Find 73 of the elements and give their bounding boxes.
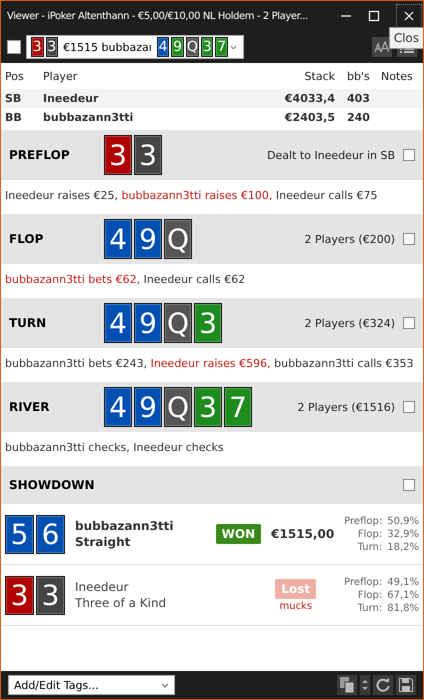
street-name: FLOP [9, 232, 44, 246]
muck-text: mucks [279, 600, 312, 612]
table-cell-text: Ineedeur [43, 92, 100, 105]
action-text: bubbazann3tti bets €62, Ineedeur calls €62 [4, 272, 246, 288]
equity-value: 67,1% [387, 588, 419, 602]
card: 9 [134, 303, 162, 343]
card: 3 [5, 576, 34, 614]
card: 7 [224, 387, 252, 427]
equity-value: 32,9% [387, 528, 419, 540]
card: Q [164, 387, 192, 427]
equity-label: Turn: [356, 540, 382, 554]
card: 3 [31, 37, 44, 57]
action-text: Ineedeur raises €25, bubbazann3tti raises €100, Ineedeur calls €75 [4, 188, 378, 204]
card: 4 [104, 219, 132, 259]
player-name: bubbazann3tti [75, 519, 175, 533]
street-name: PREFLOP [9, 148, 71, 162]
equity-value: 81,8% [387, 602, 419, 614]
hand-rank: Straight [75, 535, 132, 549]
amount: €1515,00 [271, 527, 334, 541]
equity-label: Flop: [356, 588, 382, 602]
card: 3 [200, 37, 214, 57]
equity-value: 50,9% [387, 514, 419, 528]
card: 3 [104, 135, 132, 175]
street-info: Dealt to Ineedeur in SB [267, 148, 395, 162]
card: 3 [46, 37, 58, 57]
equity-label: Flop: [356, 528, 382, 540]
card: 4 [104, 387, 132, 427]
table-cell-text: bubbazann3tti [43, 111, 134, 124]
card: 4 [104, 303, 132, 343]
player-name: Ineedeur [75, 580, 130, 594]
street-name: SHOWDOWN [9, 478, 96, 492]
equity-label: Preflop: [344, 514, 382, 528]
card: 9 [134, 219, 162, 259]
card: 3 [194, 387, 222, 427]
card: Q [164, 219, 192, 259]
table-cell-text: €2403,5 [284, 111, 335, 124]
table-cell-text: 403 [346, 92, 371, 105]
table-cell-text: BB [5, 111, 23, 124]
card: 9 [134, 387, 162, 427]
table-cell-text: 240 [346, 111, 371, 124]
street-info: 2 Players (€200) [304, 232, 395, 246]
card: 7 [215, 37, 228, 57]
equity-label: Preflop: [344, 576, 382, 588]
equity-label: Turn: [356, 602, 382, 614]
action-text: bubbazann3tti checks, Ineedeur checks [4, 440, 225, 456]
action-text: bubbazann3tti bets €243, Ineedeur raises €596, bubbazann3tti calls €353 [4, 356, 415, 372]
equity-value: 49,1% [387, 576, 419, 588]
card: Q [164, 303, 192, 343]
column-header: Pos [5, 70, 25, 82]
table-cell-text: €4033,4 [284, 92, 335, 105]
equity-value: 18,2% [387, 540, 419, 554]
card: Q [186, 37, 199, 57]
street-info: 2 Players (€1516) [297, 400, 395, 414]
card: 5 [5, 514, 34, 554]
street-info: 2 Players (€324) [304, 316, 395, 330]
card: 6 [36, 514, 65, 554]
tooltip: Clos [388, 27, 423, 49]
card: 3 [194, 303, 222, 343]
window-title: Viewer - iPoker Altenthann - €5,00/€10,00 NL Holdem - 2 Player... [7, 10, 309, 22]
card: 3 [36, 576, 65, 614]
column-header: bb's [346, 70, 371, 82]
column-header: Stack [304, 70, 335, 82]
column-header: Player [43, 70, 78, 82]
card: 9 [171, 37, 184, 57]
result-badge: Lost [275, 578, 316, 598]
column-header: Notes [381, 70, 414, 82]
street-name: RIVER [9, 400, 50, 414]
result-badge: WON [216, 524, 262, 544]
card: 3 [134, 135, 162, 175]
hand-rank: Three of a Kind [75, 596, 168, 610]
card: 4 [156, 37, 170, 57]
table-cell-text: SB [5, 92, 22, 105]
street-name: TURN [9, 316, 48, 330]
